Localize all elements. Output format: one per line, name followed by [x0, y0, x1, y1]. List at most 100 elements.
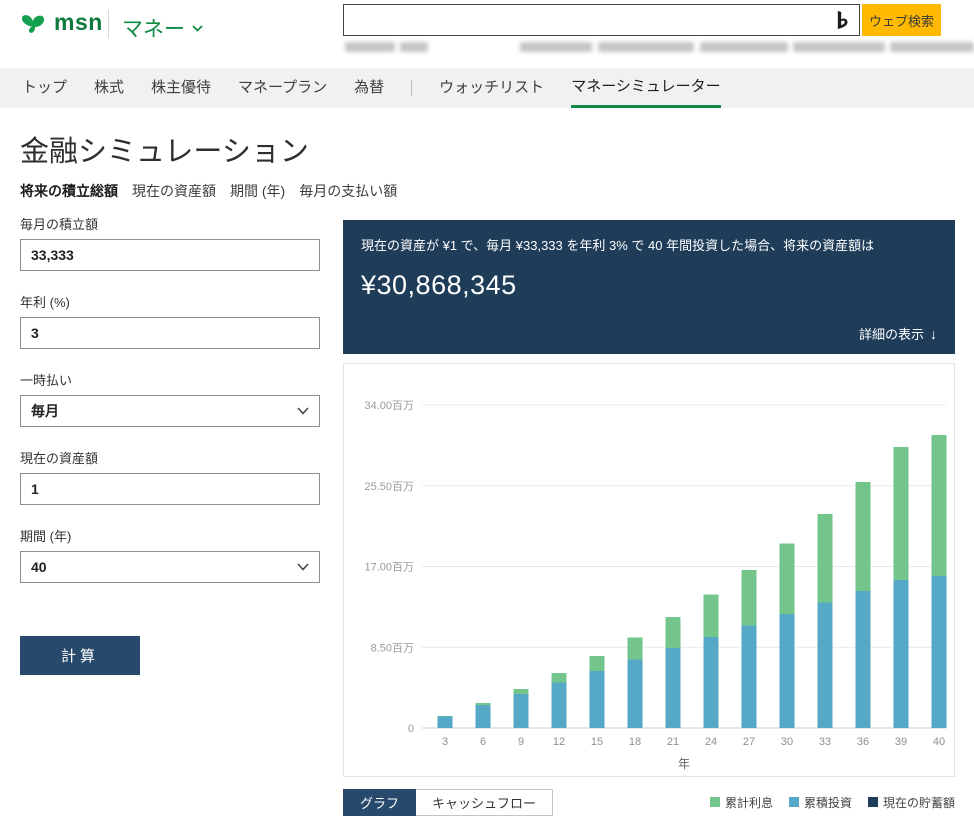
x-axis-label: 年 [678, 757, 690, 771]
legend-label: 現在の貯蓄額 [883, 794, 955, 811]
bar-累積投資[interactable] [894, 580, 909, 728]
x-tick-label: 36 [857, 736, 869, 748]
y-tick-label: 25.50百万 [364, 481, 414, 493]
x-tick-label: 39 [895, 736, 907, 748]
bar-累積投資[interactable] [666, 648, 681, 728]
x-tick-label: 15 [591, 736, 603, 748]
bar-累積投資[interactable] [590, 671, 605, 728]
payment-frequency-select[interactable]: 毎月 [20, 395, 320, 427]
nav-watchlist[interactable]: ウォッチリスト [439, 68, 544, 108]
redacted-text [345, 42, 395, 52]
arrow-down-icon: ↓ [930, 326, 937, 342]
nav-exchange[interactable]: 為替 [354, 68, 384, 108]
subtab-current-assets[interactable]: 現在の資産額 [132, 181, 216, 201]
monthly-deposit-input[interactable] [20, 239, 320, 271]
y-tick-label: 34.00百万 [364, 400, 414, 412]
bar-累積投資[interactable] [742, 625, 757, 728]
redacted-text [793, 42, 885, 52]
bar-累計利息[interactable] [742, 570, 757, 625]
web-search-button[interactable]: ウェブ検索 [862, 4, 941, 36]
bar-累積投資[interactable] [932, 576, 947, 728]
legend-interest: 累計利息 [710, 794, 773, 811]
simulation-form: 毎月の積立額 年利 (%) 一時払い 毎月 現在の資産額 期間 (年) 40 計… [20, 214, 320, 675]
header: msn マネー ウェブ検索 [0, 0, 974, 62]
current-assets-input[interactable] [20, 473, 320, 505]
result-summary: 現在の資産が ¥1 で、毎月 ¥33,333 を年利 3% で 40 年間投資し… [361, 236, 937, 256]
search-input[interactable] [344, 5, 825, 35]
bar-累計利息[interactable] [514, 689, 529, 694]
graph-tab[interactable]: グラフ [343, 789, 416, 816]
primary-nav: トップ 株式 株主優待 マネープラン 為替 ウォッチリスト マネーシミュレーター [0, 68, 974, 108]
nav-shareholder-benefits[interactable]: 株主優待 [151, 68, 211, 108]
x-tick-label: 21 [667, 736, 679, 748]
legend-swatch-savings [868, 797, 878, 807]
bar-累積投資[interactable] [856, 591, 871, 728]
x-tick-label: 27 [743, 736, 755, 748]
bar-累計利息[interactable] [590, 656, 605, 671]
x-tick-label: 24 [705, 736, 717, 748]
bing-logo-icon[interactable] [825, 5, 859, 35]
bar-累計利息[interactable] [552, 673, 567, 682]
bar-累積投資[interactable] [704, 637, 719, 728]
bar-累計利息[interactable] [856, 482, 871, 591]
x-tick-label: 6 [480, 736, 486, 748]
y-tick-label: 17.00百万 [364, 562, 414, 574]
bar-累積投資[interactable] [514, 694, 529, 728]
bar-累積投資[interactable] [780, 614, 795, 728]
bar-累計利息[interactable] [818, 514, 833, 602]
x-tick-label: 12 [553, 736, 565, 748]
nav-top[interactable]: トップ [22, 68, 67, 108]
bar-累計利息[interactable] [628, 637, 643, 659]
chevron-down-icon [192, 25, 203, 32]
x-tick-label: 30 [781, 736, 793, 748]
bar-累積投資[interactable] [628, 660, 643, 728]
logo-divider [108, 10, 109, 38]
period-years-select[interactable]: 40 [20, 551, 320, 583]
bar-累積投資[interactable] [552, 682, 567, 728]
msn-logo-text: msn [54, 9, 103, 36]
field-payment-frequency: 一時払い 毎月 [20, 370, 320, 427]
bar-累積投資[interactable] [438, 717, 453, 728]
msn-logo[interactable]: msn [20, 9, 103, 36]
period-years-value: 40 [31, 559, 47, 575]
details-label: 詳細の表示 [859, 324, 924, 343]
bar-累計利息[interactable] [780, 543, 795, 614]
redacted-text [520, 42, 592, 52]
cashflow-tab[interactable]: キャッシュフロー [416, 789, 553, 816]
legend-investment: 累積投資 [789, 794, 852, 811]
annual-rate-input[interactable] [20, 317, 320, 349]
vertical-money-menu[interactable]: マネー [122, 13, 203, 43]
chevron-down-icon [297, 563, 309, 571]
legend-label: 累積投資 [804, 794, 852, 811]
bar-累計利息[interactable] [666, 617, 681, 648]
payment-frequency-value: 毎月 [31, 401, 59, 421]
redacted-text [700, 42, 788, 52]
bar-累計利息[interactable] [894, 447, 909, 580]
bar-累計利息[interactable] [932, 435, 947, 576]
details-link[interactable]: 詳細の表示 ↓ [859, 324, 937, 343]
subtab-monthly-payment[interactable]: 毎月の支払い額 [299, 181, 397, 201]
payment-frequency-label: 一時払い [20, 370, 320, 389]
field-period-years: 期間 (年) 40 [20, 526, 320, 583]
nav-money-simulator[interactable]: マネーシミュレーター [571, 68, 720, 108]
period-years-label: 期間 (年) [20, 526, 320, 545]
calculate-button[interactable]: 計算 [20, 636, 140, 675]
subtab-period[interactable]: 期間 (年) [230, 181, 285, 201]
field-annual-rate: 年利 (%) [20, 292, 320, 349]
bar-累積投資[interactable] [818, 603, 833, 728]
vertical-label: マネー [122, 13, 185, 43]
y-tick-label: 0 [408, 723, 414, 735]
redacted-text [400, 42, 428, 52]
bar-累計利息[interactable] [476, 703, 491, 705]
current-assets-label: 現在の資産額 [20, 448, 320, 467]
nav-stocks[interactable]: 株式 [94, 68, 124, 108]
legend-label: 累計利息 [725, 794, 773, 811]
msn-butterfly-icon [20, 10, 46, 36]
bar-累計利息[interactable] [438, 716, 453, 717]
legend-savings: 現在の貯蓄額 [868, 794, 955, 811]
nav-money-plan[interactable]: マネープラン [238, 68, 327, 108]
bar-累積投資[interactable] [476, 705, 491, 728]
bar-累計利息[interactable] [704, 595, 719, 637]
subtab-future-total[interactable]: 将来の積立総額 [20, 181, 118, 201]
field-monthly-deposit: 毎月の積立額 [20, 214, 320, 271]
